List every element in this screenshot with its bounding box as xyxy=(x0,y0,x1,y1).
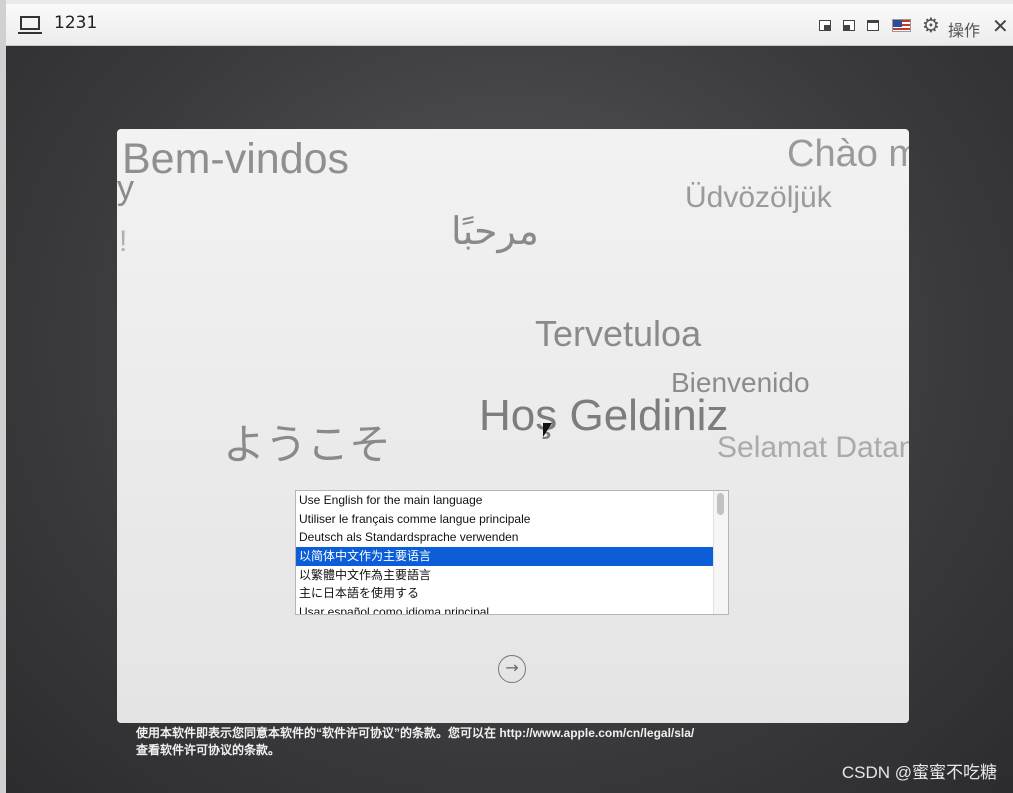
language-option-spanish[interactable]: Usar español como idioma principal xyxy=(296,603,714,614)
mouse-cursor-icon xyxy=(543,423,552,437)
welcome-panel: Bem-vindos y ! Chào m Üdvözöljük مرحبًا … xyxy=(117,129,909,723)
welcome-word: Tervetuloa xyxy=(535,313,702,354)
language-option-traditional-chinese[interactable]: 以繁體中文作為主要語言 xyxy=(296,566,714,585)
scrollbar-thumb[interactable] xyxy=(717,493,724,515)
restore-window-icon[interactable] xyxy=(843,20,855,31)
welcome-word: Chào m xyxy=(787,133,909,175)
welcome-word: ! xyxy=(119,225,128,258)
gear-icon[interactable]: ⚙ xyxy=(922,13,940,37)
license-line-1: 使用本软件即表示您同意本软件的“软件许可协议”的条款。您可以在 http://w… xyxy=(136,726,695,740)
welcome-word: Selamat Datan xyxy=(717,431,909,464)
picture-in-picture-icon[interactable] xyxy=(819,20,831,31)
us-flag-icon[interactable] xyxy=(892,19,911,32)
maximize-window-icon[interactable] xyxy=(867,20,879,31)
language-option-japanese[interactable]: 主に日本語を使用する xyxy=(296,584,714,603)
language-option-french[interactable]: Utiliser le français comme langue princi… xyxy=(296,510,714,529)
csdn-watermark: CSDN @蜜蜜不吃糖 xyxy=(841,763,997,782)
continue-arrow-button[interactable]: → xyxy=(498,655,526,683)
language-option-english[interactable]: Use English for the main language xyxy=(296,491,714,510)
language-option-german[interactable]: Deutsch als Standardsprache verwenden xyxy=(296,528,714,547)
close-icon[interactable]: ✕ xyxy=(992,14,1009,38)
license-line-2: 查看软件许可协议的条款。 xyxy=(136,743,281,757)
license-notice: 使用本软件即表示您同意本软件的“软件许可协议”的条款。您可以在 http://w… xyxy=(136,725,836,759)
window-title: 1231 xyxy=(54,13,98,33)
welcome-word: Bem-vindos xyxy=(122,135,350,183)
language-option-simplified-chinese[interactable]: 以简体中文作为主要语言 xyxy=(296,547,714,566)
action-menu-button[interactable]: 操作 xyxy=(948,17,980,41)
welcome-word: Üdvözöljük xyxy=(685,181,832,214)
welcome-word: y xyxy=(117,169,134,207)
welcome-word: Hoş Geldiniz xyxy=(479,391,729,440)
monitor-icon xyxy=(18,16,42,34)
language-list[interactable]: Use English for the main language Utilis… xyxy=(295,490,729,615)
welcome-word: ようこそ xyxy=(223,421,392,468)
welcome-word: مرحبًا xyxy=(451,211,539,253)
window-titlebar: 1231 ⚙ 操作 ✕ xyxy=(6,4,1013,46)
language-list-scrollbar[interactable] xyxy=(713,491,728,614)
